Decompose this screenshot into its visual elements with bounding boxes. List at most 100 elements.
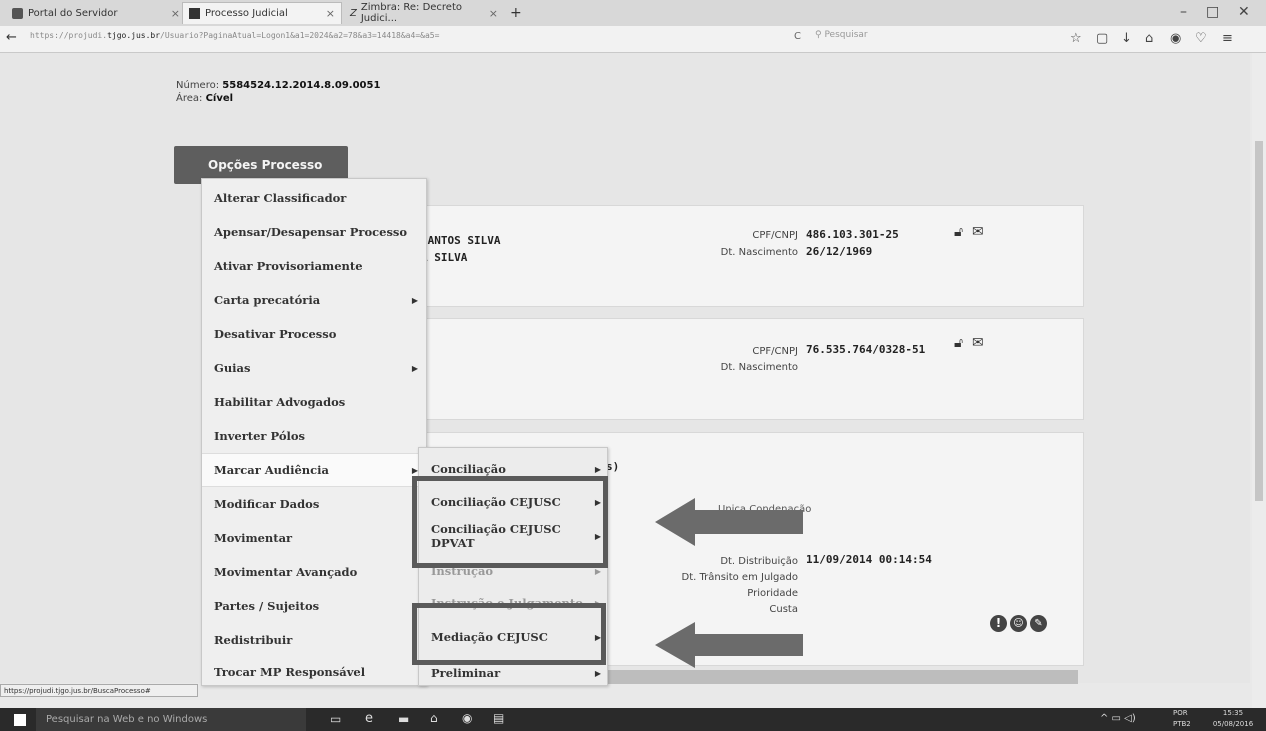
- tray-icons[interactable]: ^ ▭ ◁): [1100, 713, 1136, 724]
- vertical-scrollbar[interactable]: [1252, 53, 1266, 708]
- menu-item-partes-sujeitos[interactable]: Partes / Sujeitos: [202, 589, 426, 623]
- language-indicator[interactable]: POR PTB2: [1173, 708, 1191, 730]
- file-explorer-icon[interactable]: ▬: [398, 712, 409, 726]
- home-icon[interactable]: ⌂: [1145, 31, 1153, 46]
- process-area-line: Área: Cível: [176, 93, 233, 104]
- menu-item-label: Guias: [214, 361, 251, 375]
- portal-favicon-icon: [12, 7, 23, 19]
- lock-icon[interactable]: 🔓︎: [954, 335, 963, 351]
- menu-item-guias[interactable]: Guias ▶: [202, 351, 426, 385]
- projudi-favicon-icon: [189, 8, 200, 19]
- close-window-button[interactable]: ✕: [1238, 4, 1250, 20]
- taskbar-search-box[interactable]: Pesquisar na Web e no Windows: [36, 708, 306, 731]
- tab-portal-servidor[interactable]: Portal do Servidor ×: [6, 2, 186, 24]
- menu-item-alterar-classificador[interactable]: Alterar Classificador: [202, 181, 426, 215]
- minimize-button[interactable]: –: [1180, 4, 1187, 20]
- distribuicao-label: Dt. Distribuição: [720, 556, 798, 567]
- sync-icon[interactable]: ◉: [1170, 31, 1181, 46]
- tab-close-icon[interactable]: ×: [326, 7, 335, 20]
- party2-cpf-label: CPF/CNPJ: [752, 346, 798, 357]
- highlight-box-mediacao-cejusc: [412, 603, 606, 665]
- tab-close-icon[interactable]: ×: [171, 7, 180, 20]
- menu-item-movimentar[interactable]: Movimentar: [202, 521, 426, 555]
- party1-nasc: 26/12/1969: [806, 245, 873, 258]
- download-icon[interactable]: ↓: [1121, 31, 1132, 46]
- submenu-item-label: Preliminar: [431, 666, 501, 680]
- menu-hamburger-icon[interactable]: ≡: [1222, 31, 1233, 46]
- alert-icon[interactable]: !: [990, 615, 1007, 632]
- zimbra-favicon-icon: Z: [350, 7, 357, 19]
- keyboard-layout: PTB2: [1173, 720, 1191, 728]
- numero-label: Número:: [176, 80, 220, 91]
- new-tab-button[interactable]: +: [504, 2, 528, 24]
- transito-label: Dt. Trânsito em Julgado: [681, 572, 798, 583]
- tab-zimbra[interactable]: Z Zimbra: Re: Decreto Judici... ×: [344, 2, 504, 24]
- store-icon[interactable]: ⌂: [430, 711, 438, 725]
- status-bar-url: https://projudi.tjgo.jus.br/BuscaProcess…: [0, 684, 198, 697]
- reading-list-icon[interactable]: ▢: [1096, 31, 1108, 46]
- tab-close-icon[interactable]: ×: [489, 7, 498, 20]
- browser-search-field[interactable]: ⚲ Pesquisar: [815, 30, 868, 40]
- custa-label: Custa: [769, 604, 798, 615]
- lock-icon[interactable]: 🔓︎: [954, 224, 963, 240]
- pdf-icon[interactable]: ✎: [1030, 615, 1047, 632]
- submenu-arrow-icon: ▶: [411, 295, 418, 305]
- browser-tab-bar: Portal do Servidor × Processo Judicial ×…: [0, 0, 1266, 26]
- menu-item-habilitar-advogados[interactable]: Habilitar Advogados: [202, 385, 426, 419]
- document-icon[interactable]: ▤: [493, 711, 504, 725]
- menu-item-label: Habilitar Advogados: [214, 395, 346, 409]
- party2-cpf: 76.535.764/0328-51: [806, 343, 926, 356]
- tab-processo-judicial[interactable]: Processo Judicial ×: [182, 2, 342, 24]
- bookmark-star-icon[interactable]: ☆: [1070, 31, 1082, 46]
- menu-item-label: Redistribuir: [214, 633, 293, 647]
- menu-item-modificar-dados[interactable]: Modificar Dados: [202, 487, 426, 521]
- scrollbar-thumb[interactable]: [1255, 141, 1263, 501]
- back-arrow-icon[interactable]: ←: [6, 30, 17, 45]
- menu-item-carta-precatoria[interactable]: Carta precatória ▶: [202, 283, 426, 317]
- party1-name-line2: A SILVA: [421, 251, 468, 264]
- windows-start-icon[interactable]: [14, 714, 26, 726]
- menu-item-label: Trocar MP Responsável: [214, 665, 366, 679]
- party1-cpf-label: CPF/CNPJ: [752, 230, 798, 241]
- pocket-icon[interactable]: ♡: [1195, 31, 1207, 46]
- menu-item-inverter-polos[interactable]: Inverter Pólos: [202, 419, 426, 453]
- mail-icon[interactable]: ✉: [972, 224, 984, 240]
- lang-code: POR: [1173, 709, 1188, 717]
- menu-item-label: Apensar/Desapensar Processo: [214, 225, 408, 239]
- firefox-icon[interactable]: ◉: [462, 711, 472, 725]
- process-number-line: Número: 5584524.12.2014.8.09.0051: [176, 80, 380, 91]
- maximize-button[interactable]: □: [1206, 4, 1219, 20]
- address-bar[interactable]: https://projudi.tjgo.jus.br/Usuario?Pagi…: [30, 31, 439, 40]
- task-view-icon[interactable]: ▭: [330, 712, 341, 726]
- highlight-box-conciliacao-cejusc: [412, 476, 608, 568]
- submenu-arrow-icon: ▶: [594, 668, 601, 678]
- party1-nasc-label: Dt. Nascimento: [720, 247, 798, 258]
- menu-item-trocar-mp[interactable]: Trocar MP Responsável: [202, 655, 426, 689]
- tab-label: Portal do Servidor: [28, 7, 118, 19]
- clock[interactable]: 15:35 05/08/2016: [1205, 708, 1261, 730]
- menu-item-label: Partes / Sujeitos: [214, 599, 320, 613]
- url-path: /Usuario?PaginaAtual=Logon1&a1=2024&a2=7…: [160, 31, 440, 40]
- users-icon[interactable]: ☺: [1010, 615, 1027, 632]
- menu-item-redistribuir[interactable]: Redistribuir: [202, 623, 426, 657]
- area-label: Área:: [176, 93, 203, 104]
- menu-item-desativar[interactable]: Desativar Processo: [202, 317, 426, 351]
- search-placeholder: Pesquisar: [824, 30, 868, 40]
- clock-time: 15:35: [1222, 709, 1244, 717]
- menu-item-label: Movimentar Avançado: [214, 565, 358, 579]
- reload-icon[interactable]: C: [794, 31, 801, 42]
- menu-item-label: Alterar Classificador: [214, 191, 347, 205]
- menu-item-movimentar-avancado[interactable]: Movimentar Avançado: [202, 555, 426, 589]
- menu-item-label: Marcar Audiência: [214, 463, 329, 477]
- opcoes-processo-menu: Alterar Classificador Apensar/Desapensar…: [201, 178, 427, 686]
- menu-item-apensar[interactable]: Apensar/Desapensar Processo: [202, 215, 426, 249]
- submenu-arrow-icon: ▶: [594, 464, 601, 474]
- url-host: tjgo.jus.br: [107, 31, 161, 40]
- menu-item-label: Movimentar: [214, 531, 293, 545]
- submenu-arrow-icon: ▶: [411, 363, 418, 373]
- mail-icon[interactable]: ✉: [972, 335, 984, 351]
- edge-browser-icon[interactable]: e: [365, 711, 373, 726]
- menu-item-ativar[interactable]: Ativar Provisoriamente: [202, 249, 426, 283]
- menu-item-marcar-audiencia[interactable]: Marcar Audiência ▶: [202, 453, 426, 487]
- process-number: 5584524.12.2014.8.09.0051: [222, 80, 381, 91]
